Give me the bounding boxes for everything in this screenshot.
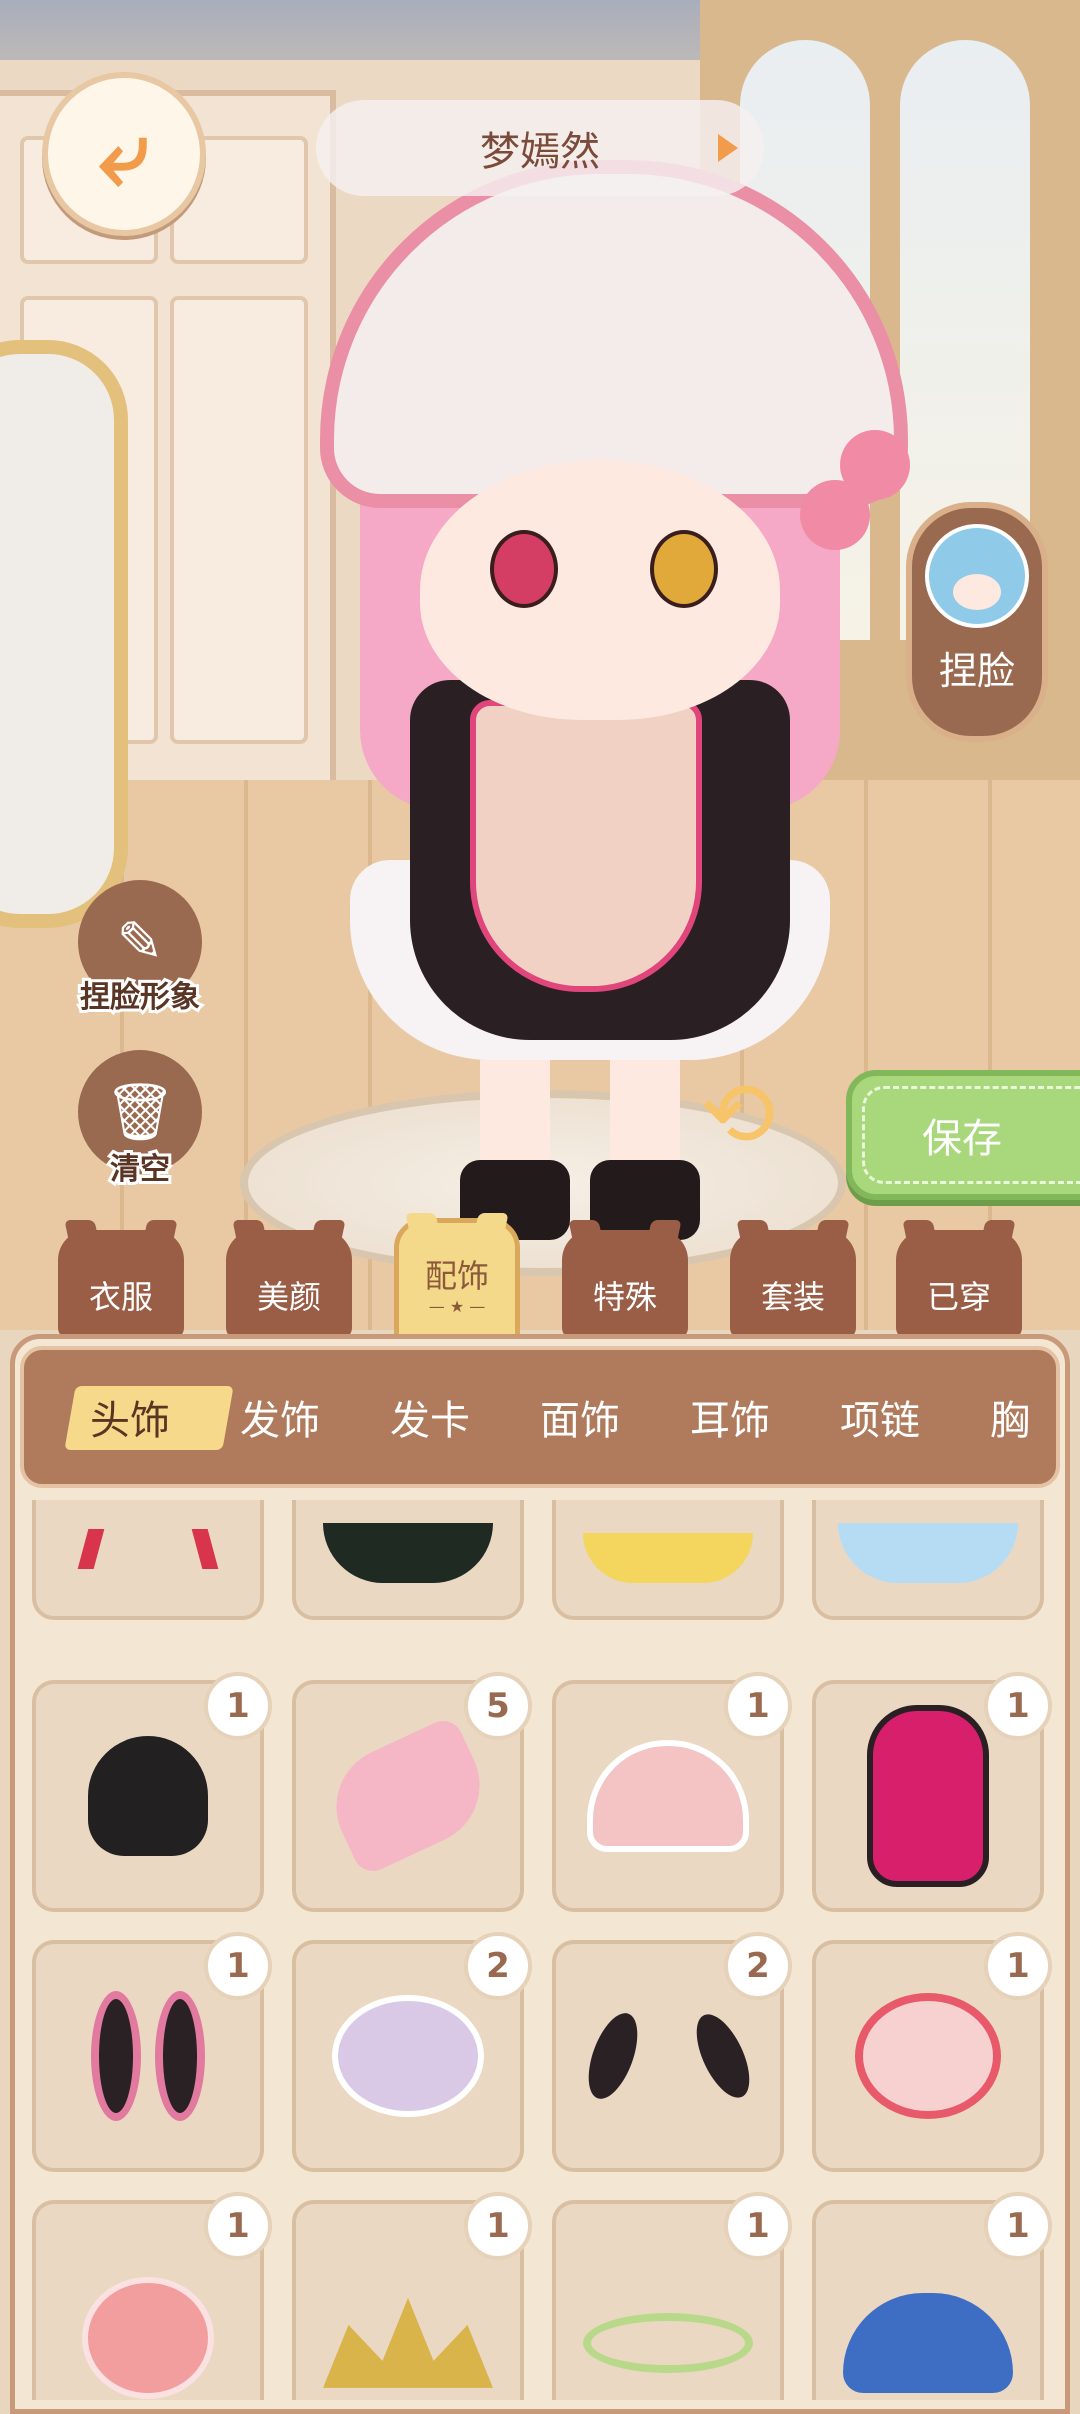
face-avatar-icon — [925, 524, 1029, 628]
item-witch-hat[interactable] — [292, 1500, 524, 1620]
item-pink-lace-bonnet[interactable]: 1 — [32, 2192, 272, 2400]
item-count-badge: 1 — [724, 2192, 792, 2260]
back-arrow-icon: ⤶ — [98, 101, 150, 206]
tab-accessories-label: 配饰 — [424, 1256, 489, 1295]
tab-beauty[interactable]: 美颜 — [226, 1230, 352, 1338]
tab-worn-label: 已穿 — [926, 1278, 991, 1316]
item-count-badge: 2 — [464, 1932, 532, 2000]
item-cloud-beret[interactable] — [552, 1500, 784, 1620]
subtab-headwear[interactable]: 头饰 — [90, 1350, 170, 1484]
edit-name-icon[interactable] — [718, 134, 738, 162]
item-lavender-frill-cap[interactable]: 2 — [292, 1932, 532, 2172]
item-bear-cap-blue[interactable]: 1 — [812, 2192, 1052, 2400]
tab-clothes[interactable]: 衣服 — [58, 1230, 184, 1338]
tab-outfits-label: 套装 — [760, 1278, 825, 1316]
tab-special-label: 特殊 — [592, 1278, 657, 1316]
item-count-badge: 1 — [724, 1672, 792, 1740]
character-name-bar[interactable]: 梦嫣然 — [316, 100, 764, 196]
tab-beauty-label: 美颜 — [256, 1278, 321, 1316]
pinch-face-image-label: 捏脸形象 — [77, 977, 203, 1018]
item-count-badge: 2 — [724, 1932, 792, 2000]
subtab-hair-accessory[interactable]: 发饰 — [240, 1350, 320, 1484]
character-avatar[interactable] — [320, 160, 920, 1240]
subtab-face-accessory[interactable]: 面饰 — [540, 1350, 620, 1484]
standing-mirror — [0, 340, 128, 928]
pinch-face-button[interactable]: 捏脸 — [906, 502, 1048, 742]
item-bunny-ears-black[interactable]: 1 — [32, 1932, 272, 2172]
item-black-pink-lace-hood[interactable]: 1 — [812, 1672, 1052, 1912]
subtab-earrings[interactable]: 耳饰 — [690, 1350, 770, 1484]
subtab-necklace[interactable]: 项链 — [840, 1350, 920, 1484]
subtab-hairpin[interactable]: 发卡 — [390, 1350, 470, 1484]
tab-accessories[interactable]: 配饰 — ★ — — [394, 1218, 520, 1348]
trash-icon: 🗑 — [104, 1080, 176, 1145]
item-count-badge: 1 — [204, 1932, 272, 2000]
pinch-face-label: 捏脸 — [938, 649, 1015, 693]
item-vine-circlet[interactable]: 1 — [552, 2192, 792, 2400]
tab-worn[interactable]: 已穿 — [896, 1230, 1022, 1338]
item-black-cat-hat[interactable]: 1 — [32, 1672, 272, 1912]
item-blue-bonnet[interactable] — [812, 1500, 1044, 1620]
item-count-badge: 1 — [204, 1672, 272, 1740]
character-name: 梦嫣然 — [480, 129, 600, 175]
item-red-horns[interactable] — [32, 1500, 264, 1620]
clear-label: 清空 — [107, 1149, 173, 1190]
rotate-icon[interactable]: ⟲ — [700, 1070, 775, 1160]
tab-special[interactable]: 特殊 — [562, 1230, 688, 1338]
item-count-badge: 1 — [464, 2192, 532, 2260]
star-deco-icon: — ★ — — [428, 1296, 486, 1316]
item-count-badge: 1 — [984, 1672, 1052, 1740]
item-rose-ribbon-headpiece[interactable]: 5 — [292, 1672, 532, 1912]
item-count-badge: 1 — [204, 2192, 272, 2260]
item-pink-frill-bonnet[interactable]: 1 — [552, 1672, 792, 1912]
subcategory-bar: 头饰 发饰 发卡 面饰 耳饰 项链 胸 — [20, 1346, 1060, 1488]
subtab-chest[interactable]: 胸 — [990, 1350, 1030, 1484]
item-gold-leaf-crown[interactable]: 1 — [292, 2192, 532, 2400]
item-count-badge: 5 — [464, 1672, 532, 1740]
item-count-badge: 1 — [984, 1932, 1052, 2000]
back-button[interactable]: ⤶ — [42, 72, 206, 236]
tab-outfits[interactable]: 套装 — [730, 1230, 856, 1338]
save-label: 保存 — [922, 1116, 1002, 1162]
item-peach-bonnet[interactable]: 1 — [812, 1932, 1052, 2172]
save-button[interactable]: 保存 — [846, 1070, 1080, 1200]
item-count-badge: 1 — [984, 2192, 1052, 2260]
tab-clothes-label: 衣服 — [88, 1278, 153, 1316]
item-small-black-ears[interactable]: 2 — [552, 1932, 792, 2172]
brush-icon: ✎ — [116, 909, 164, 975]
item-grid: 1 5 1 1 1 2 2 1 1 1 1 1 — [30, 1500, 1060, 2400]
